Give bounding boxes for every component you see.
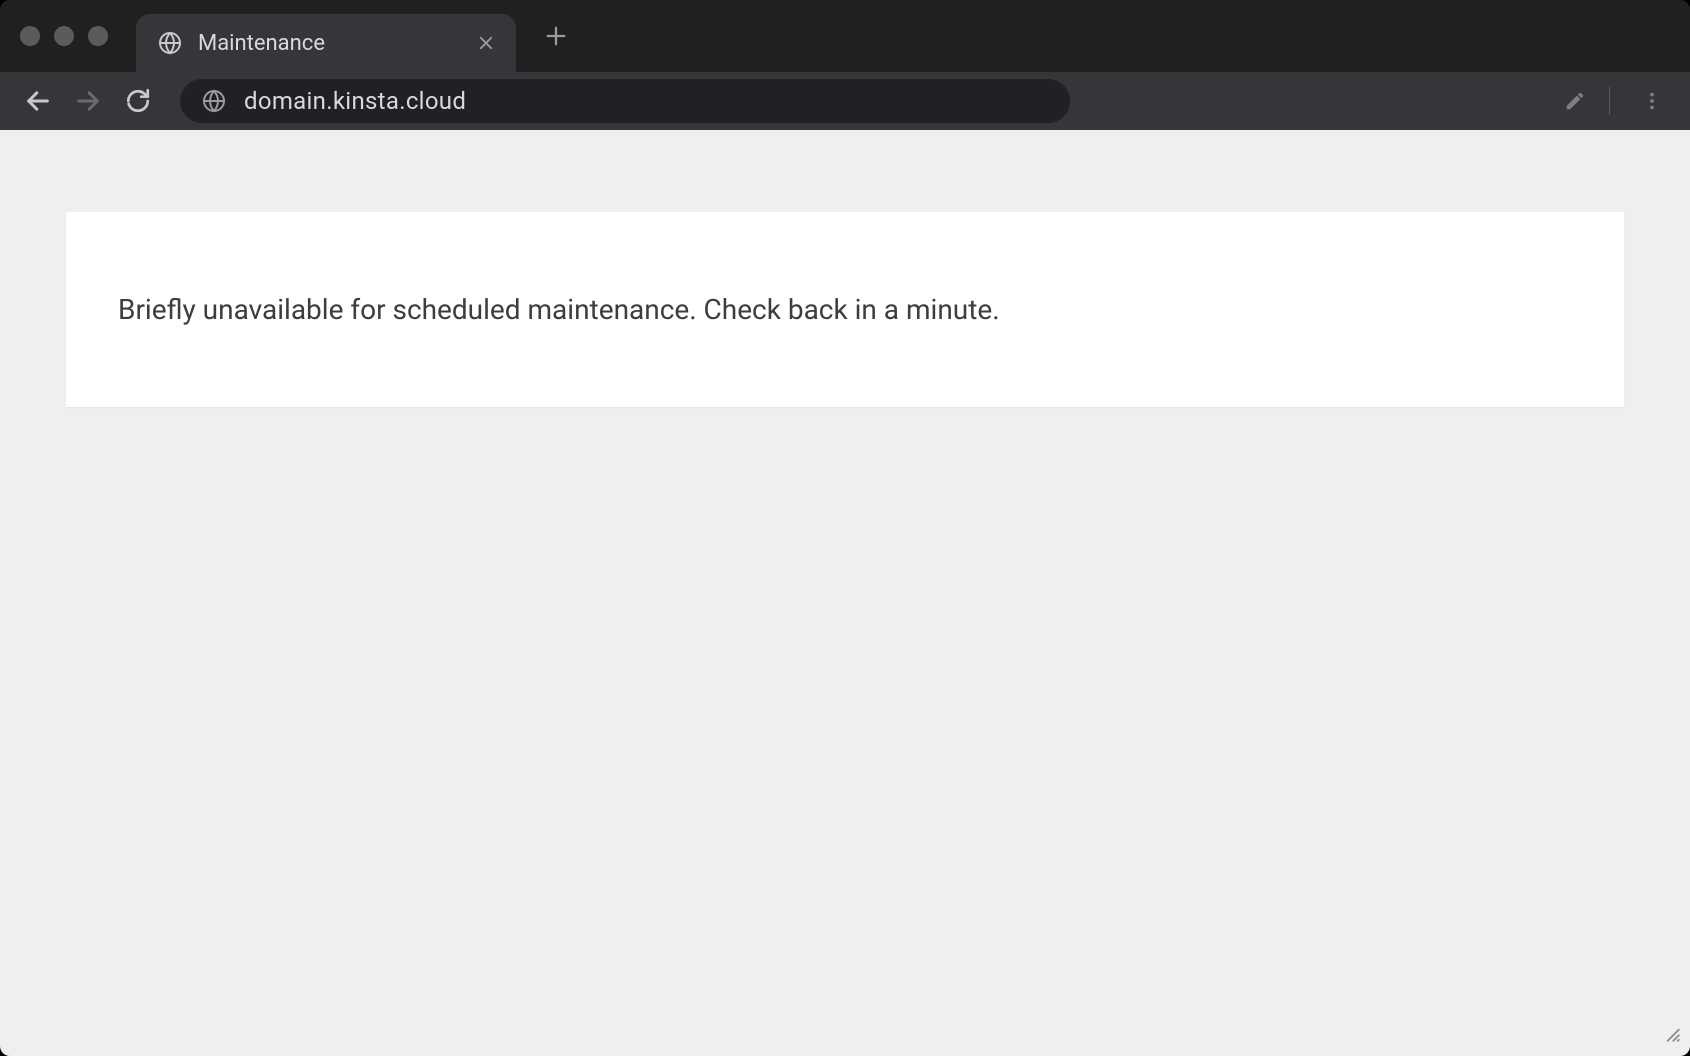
edit-icon[interactable]: [1555, 81, 1595, 121]
address-bar[interactable]: domain.kinsta.cloud: [180, 79, 1070, 123]
globe-icon: [158, 31, 182, 55]
toolbar-right: [1555, 81, 1672, 121]
close-tab-button[interactable]: [474, 31, 498, 55]
maximize-window-button[interactable]: [88, 26, 108, 46]
resize-handle-icon[interactable]: [1662, 1024, 1680, 1046]
maintenance-message: Briefly unavailable for scheduled mainte…: [118, 290, 1572, 329]
browser-tab[interactable]: Maintenance: [136, 14, 516, 72]
tab-title: Maintenance: [198, 31, 458, 56]
new-tab-button[interactable]: [538, 18, 574, 54]
close-window-button[interactable]: [20, 26, 40, 46]
url-text: domain.kinsta.cloud: [244, 87, 466, 115]
toolbar-divider: [1609, 87, 1610, 115]
page-content: Briefly unavailable for scheduled mainte…: [0, 130, 1690, 1056]
message-card: Briefly unavailable for scheduled mainte…: [66, 212, 1624, 407]
minimize-window-button[interactable]: [54, 26, 74, 46]
window-controls: [20, 26, 108, 46]
forward-button[interactable]: [68, 81, 108, 121]
toolbar: domain.kinsta.cloud: [0, 72, 1690, 130]
back-button[interactable]: [18, 81, 58, 121]
browser-window: Maintenance: [0, 0, 1690, 1056]
site-info-icon[interactable]: [202, 89, 226, 113]
reload-button[interactable]: [118, 81, 158, 121]
menu-button[interactable]: [1632, 81, 1672, 121]
title-bar: Maintenance: [0, 0, 1690, 72]
